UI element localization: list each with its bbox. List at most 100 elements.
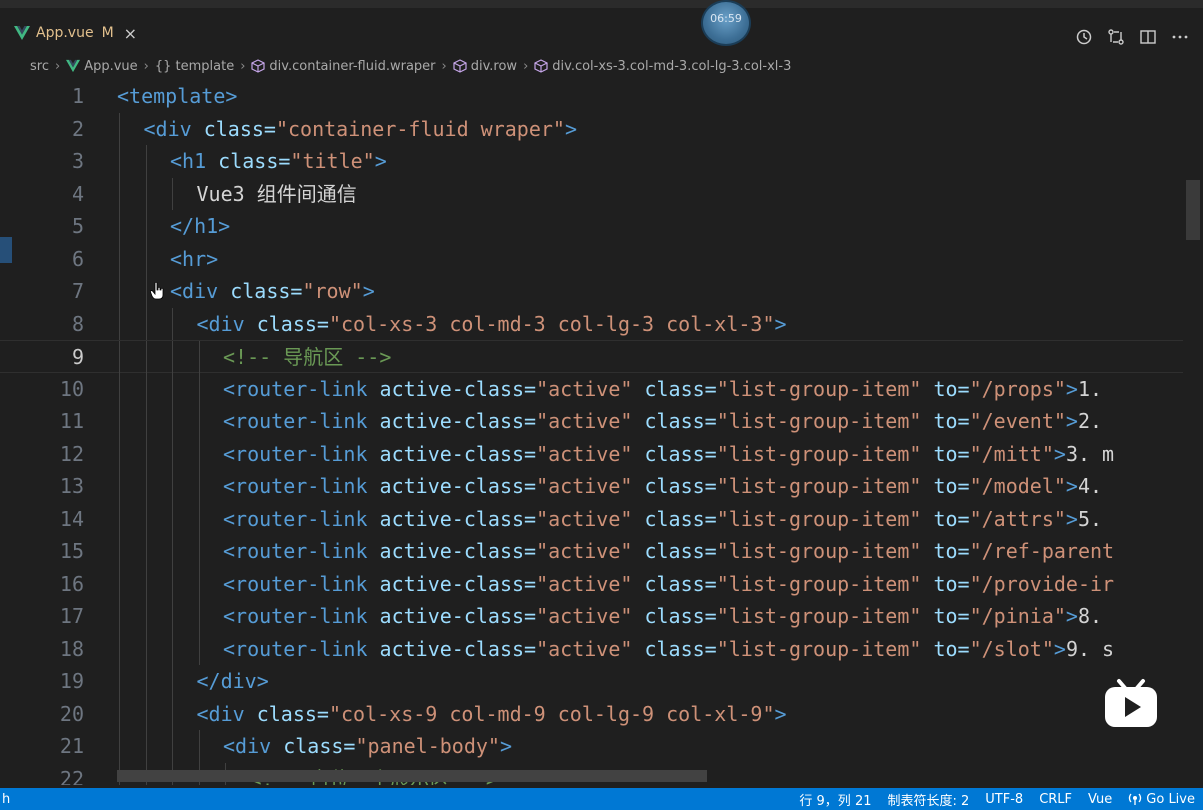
code-text: <router-link active-class="active" class… <box>223 438 1114 471</box>
indent-guide <box>198 535 200 568</box>
indent-guide <box>145 600 147 633</box>
code-line[interactable]: 21 <div class="panel-body"> <box>0 730 1183 763</box>
line-number: 4 <box>71 181 84 206</box>
code-line[interactable]: 8 <div class="col-xs-3 col-md-3 col-lg-3 … <box>0 307 1183 341</box>
code-token: to= <box>933 571 970 596</box>
code-text: <div class="col-xs-3 col-md-3 col-lg-3 c… <box>197 308 787 341</box>
code-text: <router-link active-class="active" class… <box>223 600 1102 633</box>
code-token: "panel-body" <box>355 734 500 758</box>
line-number: 12 <box>59 441 84 466</box>
horizontal-scrollbar[interactable] <box>117 770 707 782</box>
line-number: 14 <box>59 506 84 531</box>
code-token: "list-group-item" <box>716 376 934 401</box>
status-encoding[interactable]: UTF-8 <box>985 792 1023 807</box>
element-cube-icon <box>251 59 266 73</box>
line-number: 13 <box>59 474 84 498</box>
breadcrumb-app-vue[interactable]: App.vue <box>66 59 138 74</box>
code-text: <router-link active-class="active" class… <box>223 503 1102 536</box>
code-token: 8. <box>1077 604 1103 628</box>
code-token: <router-link <box>223 506 380 531</box>
code-token: "list-group-item" <box>716 636 934 661</box>
status-cursor-position[interactable]: 行 9，列 21 <box>799 790 871 809</box>
breadcrumb-container-div[interactable]: div.container-fluid.wraper <box>251 59 436 74</box>
breadcrumb-row-div[interactable]: div.row <box>453 59 517 74</box>
code-line[interactable]: 4 Vue3 组件间通信 <box>0 177 1183 210</box>
breadcrumb-src[interactable]: src <box>30 59 49 74</box>
code-token: class= <box>283 734 356 758</box>
code-line[interactable]: 3 <h1 class="title"> <box>0 145 1183 178</box>
indent-guide <box>145 405 147 438</box>
code-line[interactable]: 1 <template> <box>0 80 1183 113</box>
code-token: active-class= <box>379 604 537 628</box>
indent-guide <box>198 730 200 763</box>
indent-guide <box>145 470 147 503</box>
code-token: active-class= <box>379 636 537 661</box>
line-number: 22 <box>59 766 84 786</box>
timeline-icon[interactable] <box>1075 28 1093 46</box>
code-line[interactable]: 13 <router-link active-class="active" cla… <box>0 470 1183 503</box>
code-line[interactable]: 12 <router-link active-class="active" cla… <box>0 437 1183 471</box>
code-line[interactable]: 5 </h1> <box>0 210 1183 243</box>
vertical-scrollbar[interactable] <box>1183 80 1203 785</box>
code-line[interactable]: 16 <router-link active-class="active" cla… <box>0 567 1183 600</box>
code-line[interactable]: 18 <router-link active-class="active" cla… <box>0 632 1183 665</box>
code-line[interactable]: 15 <router-link active-class="active" cla… <box>0 535 1183 568</box>
compare-changes-icon[interactable] <box>1107 28 1125 46</box>
indent-guide <box>172 600 173 633</box>
indent-guide <box>198 502 200 535</box>
code-line[interactable]: 19 </div> <box>0 665 1183 698</box>
indent-guide <box>145 210 147 243</box>
breadcrumb-col-div[interactable]: div.col-xs-3.col-md-3.col-lg-3.col-xl-3 <box>534 59 791 74</box>
code-token: "list-group-item" <box>716 409 934 433</box>
status-language[interactable]: Vue <box>1088 792 1112 807</box>
indent-guide <box>198 600 200 633</box>
status-left-text[interactable]: h <box>2 792 10 807</box>
code-token: "active" <box>536 636 645 661</box>
indent-guide <box>119 567 120 600</box>
code-token: > <box>774 701 787 726</box>
code-line[interactable]: 9 <!-- 导航区 --> <box>0 340 1183 374</box>
indent-guide <box>198 405 200 438</box>
status-go-live[interactable]: Go Live <box>1128 792 1195 807</box>
line-number: 15 <box>59 539 84 563</box>
code-token: "list-group-item" <box>716 474 934 498</box>
line-number: 21 <box>59 734 84 758</box>
code-line[interactable]: 6 <hr> <box>0 242 1183 275</box>
split-editor-icon[interactable] <box>1139 28 1157 46</box>
breadcrumb-template[interactable]: {} template <box>155 59 234 74</box>
indent-guide <box>145 307 147 340</box>
status-eol[interactable]: CRLF <box>1039 792 1072 807</box>
indent-guide <box>198 567 200 600</box>
code-token: to= <box>933 539 970 563</box>
code-token: to= <box>933 506 970 531</box>
code-line[interactable]: 17 <router-link active-class="active" cla… <box>0 600 1183 633</box>
code-line[interactable]: 20 <div class="col-xs-9 col-md-9 col-lg-9… <box>0 697 1183 730</box>
indent-guide <box>172 470 173 503</box>
code-line[interactable]: 7 <div class="row"> <box>0 275 1183 308</box>
status-tab-size[interactable]: 制表符长度: 2 <box>887 790 969 809</box>
code-editor[interactable]: 1 <template> 2 <div class="container-fluid … <box>0 80 1183 785</box>
indent-guide <box>119 665 120 698</box>
broadcast-icon <box>1129 793 1142 805</box>
indent-guide <box>119 600 120 633</box>
indent-guide <box>119 470 120 503</box>
scrollbar-thumb[interactable] <box>1186 180 1200 240</box>
code-line[interactable]: 14 <router-link active-class="active" cla… <box>0 502 1183 536</box>
code-token: to= <box>933 376 970 401</box>
code-token: <hr> <box>170 246 219 271</box>
code-token: > <box>1065 604 1078 628</box>
code-token: > <box>1053 441 1066 466</box>
indent-guide <box>119 242 120 275</box>
tab-close-icon[interactable]: × <box>124 24 137 43</box>
code-token: 3. m <box>1065 441 1115 466</box>
tab-app-vue[interactable]: App.vue M × <box>14 18 164 48</box>
code-token: "/mitt" <box>969 441 1054 466</box>
more-actions-icon[interactable] <box>1171 28 1189 46</box>
code-token: > <box>1065 474 1078 498</box>
code-line[interactable]: 2 <div class="container-fluid wraper"> <box>0 112 1183 145</box>
code-line[interactable]: 11 <router-link active-class="active" cla… <box>0 405 1183 438</box>
code-line[interactable]: 10 <router-link active-class="active" cla… <box>0 372 1183 405</box>
indent-guide <box>172 341 173 374</box>
code-token: class= <box>230 279 303 303</box>
code-token: "active" <box>536 474 645 498</box>
